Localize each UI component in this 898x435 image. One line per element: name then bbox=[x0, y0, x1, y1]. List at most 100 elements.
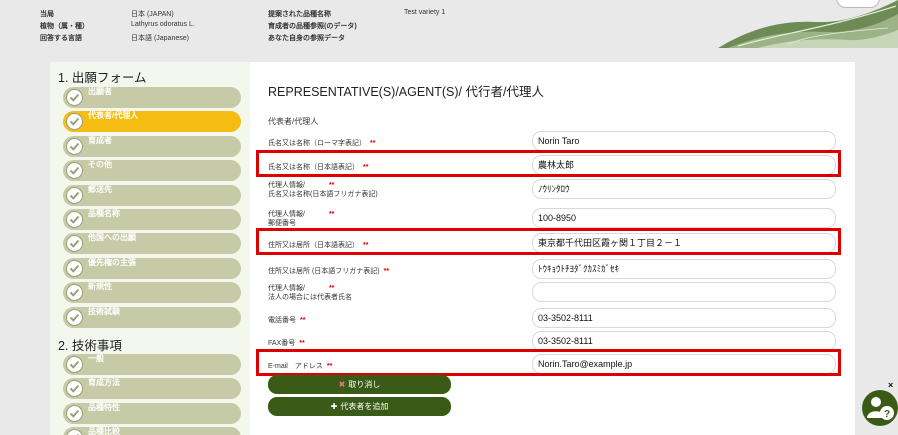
required-marker: ** bbox=[328, 182, 335, 189]
sidebar-item-label: 技術試験 bbox=[88, 306, 120, 316]
field-label: 氏名又は名称（日本語表記） ** bbox=[268, 163, 368, 172]
own-ref-label: あなた自身の参照データ bbox=[268, 35, 345, 42]
field-input-0[interactable]: Norin Taro bbox=[532, 131, 836, 151]
field-label-text: 氏名又は名称（ローマ字表記） bbox=[268, 140, 366, 147]
sidebar-item-items1-8[interactable]: 新規性 bbox=[63, 282, 241, 304]
field-label: E-mail アドレス ** bbox=[268, 362, 332, 371]
sidebar-item-items1-7[interactable]: 優先権の主張 bbox=[63, 257, 241, 279]
sidebar-item-items2-0[interactable]: 一般 bbox=[63, 354, 241, 375]
sidebar-section-application: 1. 出願フォーム bbox=[58, 71, 147, 85]
field-input-4[interactable]: 東京都千代田区霞ヶ関１丁目２－１ bbox=[532, 233, 836, 253]
sidebar-item-label: 郵送先 bbox=[88, 184, 112, 194]
field-input-8[interactable]: 03-3502-8111 bbox=[532, 331, 836, 351]
field-label-text: E-mail アドレス bbox=[268, 363, 323, 370]
sidebar-item-label: 品種特性 bbox=[88, 402, 120, 412]
sidebar-item-items1-6[interactable]: 他国への出願 bbox=[63, 233, 241, 255]
sidebar-item-label: 品種比較 bbox=[88, 427, 120, 435]
field-label-text: 氏名又は名称(日本語フリガナ表記) bbox=[268, 191, 378, 198]
field-label-text: 代理人情報/ bbox=[268, 211, 305, 218]
field-input-9[interactable]: Norin.Taro@example.jp bbox=[532, 354, 836, 374]
main-form: REPRESENTATIVE(S)/AGENT(S)/ 代行者/代理人 代表者/… bbox=[250, 62, 855, 435]
sidebar-item-label: その他 bbox=[88, 160, 112, 170]
sidebar-item-items2-1[interactable]: 育成方法 bbox=[63, 378, 241, 400]
sidebar-item-items1-5[interactable]: 品種名称 bbox=[63, 209, 241, 230]
sidebar-item-label: 一般 bbox=[88, 354, 104, 363]
check-icon bbox=[66, 186, 83, 204]
check-icon bbox=[66, 308, 83, 326]
required-marker: ** bbox=[370, 140, 376, 147]
breeder-ref-label: 育成者の品種参照(のデータ) bbox=[268, 23, 357, 30]
field-label-text: 住所又は居所 (日本語フリガナ表記) bbox=[268, 268, 380, 275]
field-label: 住所又は居所（日本語表記） ** bbox=[268, 241, 368, 250]
plus-icon: ✚ bbox=[330, 402, 338, 411]
check-icon bbox=[66, 259, 83, 277]
sidebar-section-technical: 2. 技術事項 bbox=[58, 339, 122, 353]
top-pill-button[interactable] bbox=[836, 0, 880, 8]
field-label-text: FAX番号 bbox=[268, 340, 296, 347]
required-marker: ** bbox=[363, 164, 369, 171]
sidebar-item-items1-1[interactable]: 代表者/代理人 bbox=[63, 111, 241, 133]
check-icon bbox=[66, 356, 83, 373]
sidebar-item-label: 代表者/代理人 bbox=[88, 111, 139, 121]
field-label: 住所又は居所 (日本語フリガナ表記) ** bbox=[268, 267, 389, 276]
sidebar-item-label: 出願者 bbox=[88, 87, 112, 96]
sidebar-item-label: 品種名称 bbox=[88, 209, 120, 218]
sidebar-item-label: 他国への出願 bbox=[88, 233, 136, 243]
sidebar-item-items1-3[interactable]: その他 bbox=[63, 160, 241, 182]
field-label-text: 電話番号 bbox=[268, 317, 296, 324]
cancel-button[interactable]: ✖ 取り消し bbox=[268, 375, 451, 394]
field-input-7[interactable]: 03-3502-8111 bbox=[532, 308, 836, 328]
check-icon bbox=[66, 113, 83, 131]
plant-value: Lathyrus odoratus L. bbox=[131, 21, 195, 28]
add-representative-label: 代表者を追加 bbox=[340, 402, 389, 411]
field-input-6[interactable] bbox=[532, 282, 836, 302]
sidebar-item-items2-2[interactable]: 品種特性 bbox=[63, 402, 241, 424]
field-label: 代理人情報/ ** 郵便番号 bbox=[268, 210, 334, 228]
field-label-text: 代理人情報/ bbox=[268, 285, 305, 292]
field-label-text: 氏名又は名称（日本語表記） bbox=[268, 164, 359, 171]
required-marker: ** bbox=[328, 285, 335, 292]
add-representative-button[interactable]: ✚ 代表者を追加 bbox=[268, 397, 451, 416]
check-icon bbox=[66, 211, 83, 228]
check-icon bbox=[66, 235, 83, 253]
sidebar-item-items2-3[interactable]: 品種比較 bbox=[63, 427, 241, 435]
field-label: 代理人情報/ ** 法人の場合には代表者氏名 bbox=[268, 284, 352, 302]
check-icon bbox=[66, 89, 83, 106]
sidebar-item-items1-2[interactable]: 育成者 bbox=[63, 135, 241, 157]
field-label-text: 郵便番号 bbox=[268, 220, 296, 227]
field-input-2[interactable]: ﾉｳﾘﾝﾀﾛｳ bbox=[532, 179, 836, 199]
authority-label: 当局 bbox=[40, 11, 54, 18]
header-info: 当局 日本 (JAPAN) 植物（属・種） Lathyrus odoratus … bbox=[0, 0, 898, 58]
field-label-text: 住所又は居所（日本語表記） bbox=[268, 242, 359, 249]
required-marker: ** bbox=[326, 363, 333, 370]
check-icon bbox=[66, 162, 83, 180]
required-marker: ** bbox=[383, 268, 390, 275]
field-label-text: 法人の場合には代表者氏名 bbox=[268, 294, 352, 301]
field-label-text: 代理人情報/ bbox=[268, 182, 305, 189]
sidebar-item-items1-9[interactable]: 技術試験 bbox=[63, 306, 241, 328]
language-value: 日本語 (Japanese) bbox=[131, 35, 189, 42]
variety-name-value: Test variety 1 bbox=[404, 9, 446, 16]
required-marker: ** bbox=[300, 317, 306, 324]
field-input-5[interactable]: ﾄｳｷｮｳﾄﾁﾖﾀﾞｸｶｽﾐｶﾞｾｷ bbox=[532, 259, 836, 279]
check-icon bbox=[66, 380, 83, 398]
cancel-label: 取り消し bbox=[348, 380, 381, 389]
close-icon[interactable]: × bbox=[888, 380, 893, 390]
field-input-3[interactable]: 100-8950 bbox=[532, 208, 836, 228]
required-marker: ** bbox=[328, 211, 335, 218]
field-input-1[interactable]: 農林太郎 bbox=[532, 155, 836, 175]
sidebar-item-label: 優先権の主張 bbox=[88, 257, 136, 267]
field-label: 代理人情報/ ** 氏名又は名称(日本語フリガナ表記) bbox=[268, 181, 378, 199]
required-marker: ** bbox=[363, 242, 369, 249]
form-subtitle: 代表者/代理人 bbox=[268, 117, 319, 126]
check-icon bbox=[66, 429, 83, 435]
language-label: 回答する言語 bbox=[40, 35, 82, 42]
sidebar-item-label: 育成方法 bbox=[88, 378, 120, 388]
authority-value: 日本 (JAPAN) bbox=[131, 11, 174, 18]
variety-name-label: 提案された品種名称 bbox=[268, 11, 331, 18]
sidebar-item-items1-4[interactable]: 郵送先 bbox=[63, 184, 241, 206]
required-marker: ** bbox=[299, 340, 305, 347]
help-user-icon[interactable]: ? bbox=[862, 390, 898, 426]
sidebar: 1. 出願フォーム 出願者代表者/代理人育成者その他郵送先品種名称他国への出願優… bbox=[50, 62, 250, 435]
sidebar-item-items1-0[interactable]: 出願者 bbox=[63, 87, 241, 108]
